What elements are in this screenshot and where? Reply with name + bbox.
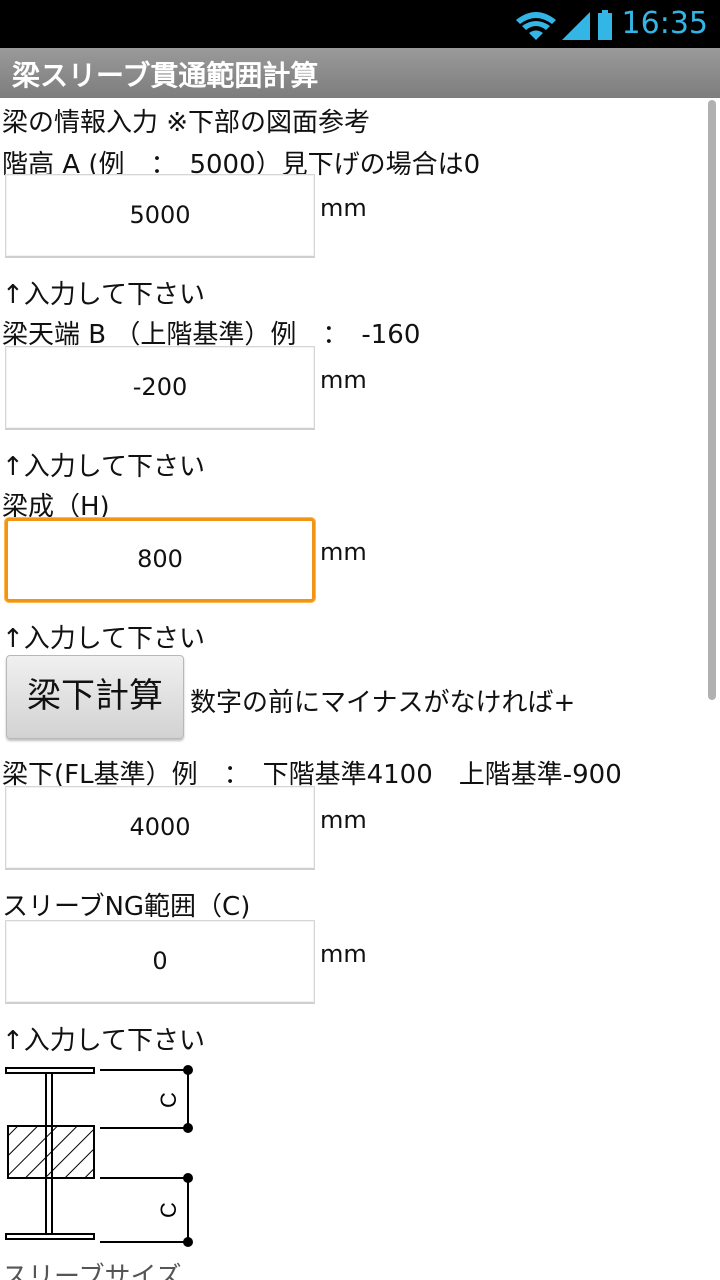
sleeve-ng-label: スリーブNG範囲（C) <box>2 892 251 922</box>
sleeve-ng-input[interactable]: 0 <box>5 920 315 1004</box>
status-bar: 16:35 <box>0 0 720 48</box>
beam-depth-input[interactable]: 800 <box>5 518 315 602</box>
beam-sleeve-diagram: C C <box>5 1065 193 1247</box>
status-icons <box>516 10 612 40</box>
beam-bottom-input[interactable]: 4000 <box>5 786 315 870</box>
floor-height-unit: mm <box>320 194 367 222</box>
scroll-content[interactable]: 梁の情報入力 ※下部の図面参考 階高 A (例 ： 5000）見下げの場合は0 … <box>0 98 720 1280</box>
dimension-label-c-bottom: C <box>156 1202 181 1218</box>
header-instruction: 梁の情報入力 ※下部の図面参考 <box>2 108 371 138</box>
sleeve-ng-hint: ↑入力して下さい <box>2 1026 206 1056</box>
dimension-label-c-top: C <box>156 1092 181 1108</box>
calc-note: 数字の前にマイナスがなければ+ <box>190 688 576 718</box>
app-title-bar: 梁スリーブ貫通範囲計算 <box>0 48 720 98</box>
beam-depth-hint: ↑入力して下さい <box>2 624 206 654</box>
beam-top-hint: ↑入力して下さい <box>2 452 206 482</box>
wifi-icon <box>516 12 556 40</box>
sleeve-size-label-partial: スリーブサイズ <box>2 1262 182 1280</box>
sleeve-ng-unit: mm <box>320 940 367 968</box>
beam-bottom-unit: mm <box>320 806 367 834</box>
beam-top-unit: mm <box>320 366 367 394</box>
floor-height-input[interactable]: 5000 <box>5 174 315 258</box>
sleeve-hatched <box>7 1125 95 1179</box>
beam-depth-unit: mm <box>320 538 367 566</box>
scrollbar[interactable] <box>708 100 716 700</box>
calc-beam-bottom-button[interactable]: 梁下計算 <box>6 655 184 739</box>
beam-top-input[interactable]: -200 <box>5 346 315 430</box>
status-time: 16:35 <box>621 6 708 41</box>
battery-icon <box>598 10 612 40</box>
floor-height-hint: ↑入力して下さい <box>2 280 206 310</box>
app-title: 梁スリーブ貫通範囲計算 <box>12 59 319 92</box>
signal-icon <box>562 12 590 40</box>
